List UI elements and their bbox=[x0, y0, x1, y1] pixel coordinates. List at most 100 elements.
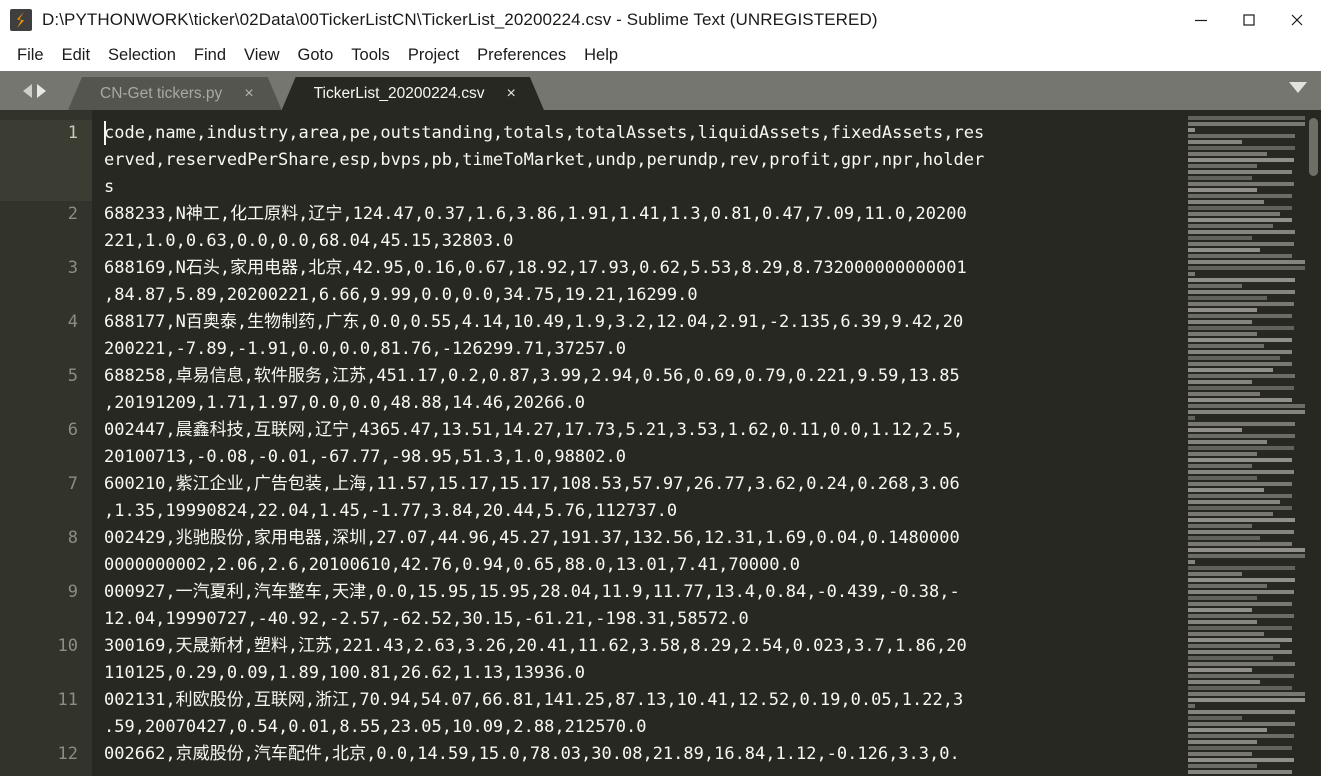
minimap-line bbox=[1188, 140, 1243, 144]
minimap-line bbox=[1188, 194, 1293, 198]
code-line: 002447,晨鑫科技,互联网,辽宁,4365.47,13.51,14.27,1… bbox=[104, 420, 964, 440]
minimap-line bbox=[1188, 332, 1258, 336]
code-line: code,name,industry,area,pe,outstanding,t… bbox=[104, 123, 985, 143]
minimap-line bbox=[1188, 122, 1305, 126]
code-line: 000927,一汽夏利,汽车整车,天津,0.0,15.95,15.95,28.0… bbox=[104, 582, 960, 602]
chevron-down-icon[interactable] bbox=[1289, 82, 1307, 93]
code-line: s bbox=[104, 177, 115, 197]
menu-item-selection[interactable]: Selection bbox=[99, 44, 185, 67]
minimap-line bbox=[1188, 392, 1260, 396]
minimap-line bbox=[1188, 470, 1294, 474]
tab-tickerlist-20200224-csv[interactable]: TickerList_20200224.csv × bbox=[282, 77, 544, 110]
minimap-line bbox=[1188, 608, 1252, 612]
minimap-line bbox=[1188, 452, 1258, 456]
scrollbar-thumb[interactable] bbox=[1309, 118, 1318, 176]
minimap-line bbox=[1188, 308, 1258, 312]
minimap-line bbox=[1188, 668, 1252, 672]
minimap-line bbox=[1188, 680, 1260, 684]
close-icon[interactable] bbox=[1273, 0, 1321, 40]
menu-item-view[interactable]: View bbox=[235, 44, 288, 67]
chevron-right-icon[interactable] bbox=[36, 83, 46, 98]
minimap-line bbox=[1188, 614, 1294, 618]
minimap-line bbox=[1188, 458, 1293, 462]
menu-item-tools[interactable]: Tools bbox=[342, 44, 399, 67]
minimap-line bbox=[1188, 758, 1294, 762]
vertical-scrollbar[interactable] bbox=[1306, 110, 1321, 776]
minimap-line bbox=[1188, 434, 1296, 438]
minimap-line bbox=[1188, 512, 1274, 516]
minimap-line bbox=[1188, 584, 1267, 588]
minimap-line bbox=[1188, 632, 1264, 636]
minimap-line bbox=[1188, 734, 1294, 738]
minimap-line bbox=[1188, 362, 1293, 366]
line-number-spacer-11 bbox=[0, 714, 92, 741]
maximize-icon[interactable] bbox=[1225, 0, 1273, 40]
minimap-line bbox=[1188, 620, 1258, 624]
tab-close-icon[interactable]: × bbox=[244, 85, 253, 102]
menu-item-preferences[interactable]: Preferences bbox=[468, 44, 575, 67]
minimap-line bbox=[1188, 206, 1293, 210]
minimap-line bbox=[1188, 578, 1296, 582]
minimap-line bbox=[1188, 692, 1305, 696]
minimap-line bbox=[1188, 326, 1294, 330]
minimap-line bbox=[1188, 248, 1260, 252]
minimap-line bbox=[1188, 650, 1293, 654]
minimap-line bbox=[1188, 170, 1293, 174]
minimap-line bbox=[1188, 752, 1252, 756]
minimap-line bbox=[1188, 740, 1258, 744]
minimize-icon[interactable] bbox=[1177, 0, 1225, 40]
code-line: .59,20070427,0.54,0.01,8.55,23.05,10.09,… bbox=[104, 717, 647, 737]
minimap[interactable] bbox=[1188, 110, 1306, 776]
minimap-line bbox=[1188, 134, 1296, 138]
minimap-line bbox=[1188, 656, 1274, 660]
menu-bar: File Edit Selection Find View Goto Tools… bbox=[0, 40, 1321, 71]
line-number-spacer-4 bbox=[0, 336, 92, 363]
minimap-line bbox=[1188, 764, 1258, 768]
minimap-line bbox=[1188, 230, 1296, 234]
minimap-line bbox=[1188, 236, 1252, 240]
code-line: erved,reservedPerShare,esp,bvps,pb,timeT… bbox=[104, 150, 985, 170]
minimap-line bbox=[1188, 278, 1296, 282]
chevron-left-icon[interactable] bbox=[22, 83, 32, 98]
tab-navigation bbox=[0, 71, 68, 110]
window-controls bbox=[1177, 0, 1321, 40]
minimap-line bbox=[1188, 530, 1294, 534]
minimap-line bbox=[1188, 446, 1294, 450]
minimap-line bbox=[1188, 542, 1293, 546]
menu-item-help[interactable]: Help bbox=[575, 44, 627, 67]
minimap-line bbox=[1188, 698, 1305, 702]
minimap-line bbox=[1188, 500, 1281, 504]
menu-item-project[interactable]: Project bbox=[399, 44, 468, 67]
minimap-line bbox=[1188, 380, 1252, 384]
code-line: 20100713,-0.08,-0.01,-67.77,-98.95,51.3,… bbox=[104, 447, 626, 467]
tab-cn-get-tickers-py[interactable]: CN-Get tickers.py × bbox=[68, 77, 282, 110]
menu-item-edit[interactable]: Edit bbox=[53, 44, 99, 67]
menu-item-find[interactable]: Find bbox=[185, 44, 235, 67]
minimap-line bbox=[1188, 518, 1296, 522]
code-line: 002429,兆驰股份,家用电器,深圳,27.07,44.96,45.27,19… bbox=[104, 528, 960, 548]
minimap-line bbox=[1188, 416, 1196, 420]
line-number: 6 bbox=[67, 420, 78, 440]
minimap-line bbox=[1188, 188, 1258, 192]
code-line: ,1.35,19990824,22.04,1.45,-1.77,3.84,20.… bbox=[104, 501, 678, 521]
minimap-line bbox=[1188, 488, 1264, 492]
minimap-line bbox=[1188, 260, 1305, 264]
minimap-line bbox=[1188, 266, 1305, 270]
tab-close-icon[interactable]: × bbox=[507, 85, 516, 102]
minimap-line bbox=[1188, 476, 1258, 480]
line-number-spacer-1 bbox=[0, 147, 92, 201]
minimap-line bbox=[1188, 602, 1293, 606]
code-line: 200221,-7.89,-1.91,0.0,0.0,81.76,-126299… bbox=[104, 339, 626, 359]
minimap-line bbox=[1188, 404, 1305, 408]
line-number: 5 bbox=[67, 366, 78, 386]
code-text-area[interactable]: code,name,industry,area,pe,outstanding,t… bbox=[92, 110, 1188, 776]
minimap-line bbox=[1188, 704, 1196, 708]
minimap-line bbox=[1188, 464, 1252, 468]
minimap-line bbox=[1188, 572, 1243, 576]
tab-bar: CN-Get tickers.py × TickerList_20200224.… bbox=[0, 71, 1321, 110]
minimap-line bbox=[1188, 164, 1258, 168]
menu-item-goto[interactable]: Goto bbox=[289, 44, 343, 67]
minimap-line bbox=[1188, 386, 1294, 390]
menu-item-file[interactable]: File bbox=[8, 44, 53, 67]
line-number-spacer-2 bbox=[0, 228, 92, 255]
